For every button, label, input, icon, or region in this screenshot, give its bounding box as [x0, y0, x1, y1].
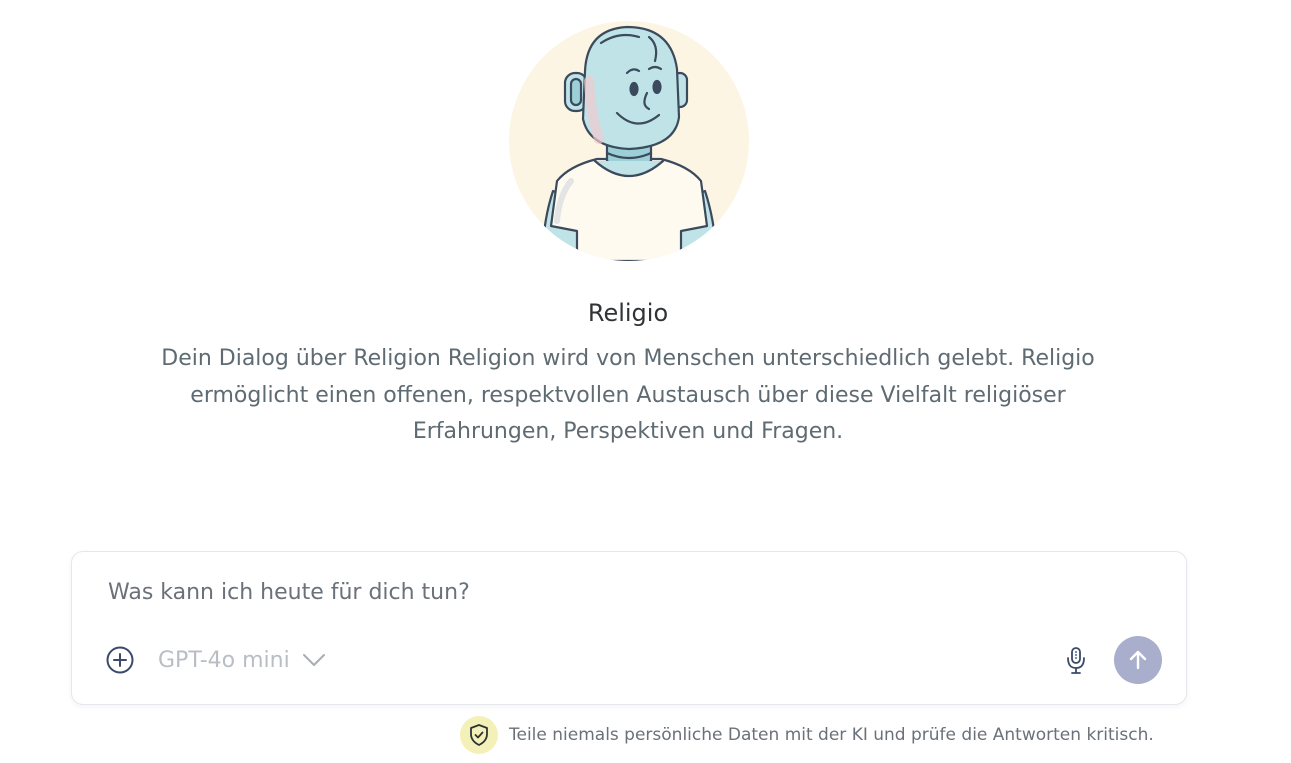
arrow-up-icon	[1129, 650, 1147, 670]
add-attachment-button[interactable]	[105, 645, 135, 675]
shield-check-icon	[470, 724, 488, 746]
disclaimer-text: Teile niemals persönliche Daten mit der …	[509, 725, 1154, 745]
shield-badge	[460, 716, 498, 754]
microphone-icon	[1067, 647, 1085, 674]
voice-input-button[interactable]	[1064, 644, 1088, 676]
assistant-description: Dein Dialog über Religion Religion wird …	[161, 346, 1095, 444]
assistant-avatar	[509, 21, 749, 261]
chevron-down-icon	[302, 654, 325, 666]
plus-circle-icon	[106, 646, 134, 674]
assistant-name: Religio	[587, 299, 669, 327]
model-selector-label: GPT-4o mini	[158, 647, 290, 673]
robot-avatar-illustration	[509, 21, 749, 261]
model-selector[interactable]: GPT-4o mini	[158, 645, 326, 675]
message-composer: GPT-4o mini	[71, 551, 1187, 705]
chat-start-page: Religio Dein Dialog über Religion Religi…	[0, 0, 1291, 763]
send-button[interactable]	[1114, 636, 1162, 684]
privacy-disclaimer: Teile niemals persönliche Daten mit der …	[460, 716, 1154, 754]
message-input[interactable]	[108, 580, 1108, 605]
